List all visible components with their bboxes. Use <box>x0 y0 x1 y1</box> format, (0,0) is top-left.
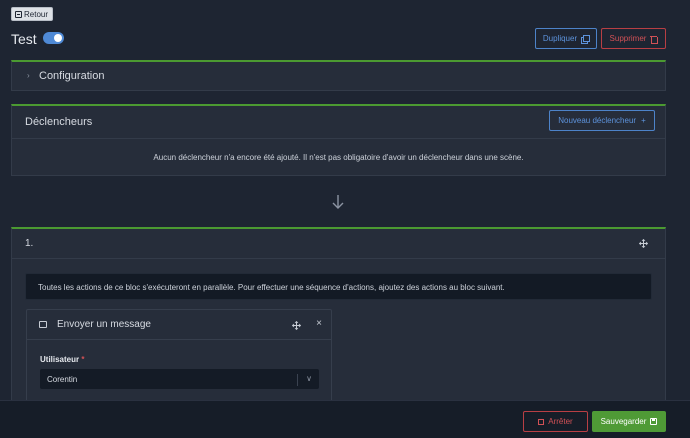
action-card: Envoyer un message × Utilisateur * Coren… <box>26 309 332 409</box>
back-icon <box>15 10 22 18</box>
triggers-panel: Déclencheurs Nouveau déclencheur + Aucun… <box>11 104 666 176</box>
save-label: Sauvegarder <box>600 417 647 426</box>
back-button[interactable]: Retour <box>11 7 54 21</box>
select-separator <box>297 374 298 386</box>
duplicate-button[interactable]: Dupliquer <box>535 28 597 49</box>
message-icon <box>39 321 47 328</box>
trash-icon <box>650 35 659 44</box>
copy-icon <box>581 34 591 44</box>
user-field-label: Utilisateur * <box>40 355 84 364</box>
scene-title: Test <box>11 31 37 47</box>
triggers-label: Déclencheurs <box>25 116 93 128</box>
save-button[interactable]: Sauvegarder <box>592 411 666 432</box>
active-toggle[interactable] <box>43 32 64 44</box>
stop-button[interactable]: Arrêter <box>523 411 588 432</box>
close-icon[interactable]: × <box>316 318 322 329</box>
configuration-label: Configuration <box>39 70 105 82</box>
configuration-panel[interactable]: › Configuration <box>11 60 666 91</box>
triggers-header: Déclencheurs Nouveau déclencheur + <box>12 106 665 139</box>
move-icon[interactable] <box>292 321 301 330</box>
footer-bar: Arrêter Sauvegarder <box>0 400 690 438</box>
triggers-empty-message: Aucun déclencheur n'a encore été ajouté.… <box>153 153 524 162</box>
save-icon <box>650 418 658 425</box>
toggle-knob <box>54 34 62 42</box>
stop-label: Arrêter <box>548 417 573 426</box>
block-number: 1. <box>25 238 34 249</box>
block-info: Toutes les actions de ce bloc s'exécuter… <box>25 273 652 300</box>
delete-button[interactable]: Supprimer <box>601 28 666 49</box>
user-label-text: Utilisateur <box>40 355 80 364</box>
chevron-right-icon: › <box>27 71 30 80</box>
delete-label: Supprimer <box>609 34 647 43</box>
new-trigger-label: Nouveau déclencheur <box>558 116 637 125</box>
back-label: Retour <box>24 9 49 19</box>
chevron-down-icon: ∨ <box>306 374 312 383</box>
user-select[interactable]: Corentin ∨ <box>40 369 319 389</box>
duplicate-label: Dupliquer <box>542 34 578 43</box>
stop-icon <box>538 418 545 425</box>
block-header: 1. <box>12 229 665 259</box>
action-block: 1. Toutes les actions de ce bloc s'exécu… <box>11 227 666 409</box>
plus-icon: + <box>641 116 646 125</box>
required-mark: * <box>81 355 85 364</box>
action-title: Envoyer un message <box>57 319 151 330</box>
new-trigger-button[interactable]: Nouveau déclencheur + <box>549 110 655 131</box>
user-select-value: Corentin <box>47 375 78 384</box>
arrow-down-icon <box>332 195 344 209</box>
move-icon[interactable] <box>639 239 648 248</box>
action-card-header: Envoyer un message × <box>27 310 331 340</box>
